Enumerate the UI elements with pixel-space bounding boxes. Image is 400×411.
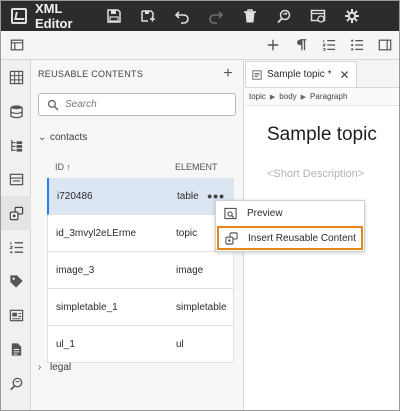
reusable-content-icon — [9, 206, 23, 220]
chevron-down-icon: ⌄ — [38, 131, 47, 143]
reusable-content-icon — [225, 231, 238, 245]
table-row[interactable]: i720486 table ••• — [47, 178, 234, 215]
search-box[interactable] — [38, 93, 236, 116]
rail-item-map-view[interactable] — [1, 128, 31, 162]
database-icon — [9, 104, 23, 118]
table-row[interactable]: simpletable_1 simpletable — [47, 289, 234, 326]
numbered-list-icon[interactable] — [315, 31, 343, 59]
row-element: topic — [176, 227, 198, 239]
breadcrumb-item[interactable]: body — [279, 92, 296, 101]
document-lines-icon — [252, 69, 262, 80]
row-element: simpletable — [176, 301, 227, 313]
left-rail — [1, 60, 31, 410]
find-icon — [9, 377, 22, 390]
tab-sample-topic[interactable]: Sample topic * ✕ — [245, 61, 357, 87]
row-element: table — [177, 190, 199, 202]
toggle-left-panel-icon[interactable] — [3, 31, 31, 59]
panel-title: REUSABLE CONTENTS — [38, 69, 144, 79]
tab-bar: Sample topic * ✕ — [245, 60, 399, 88]
rail-item-documents[interactable] — [1, 332, 31, 366]
rail-item-tags[interactable] — [1, 264, 31, 298]
toggle-right-panel-icon[interactable] — [371, 31, 399, 59]
document-title[interactable]: Sample topic — [267, 124, 377, 146]
tab-label: Sample topic * — [267, 69, 332, 80]
list-numbered-icon — [8, 241, 23, 253]
short-description-placeholder[interactable]: <Short Description> — [267, 168, 364, 180]
rail-item-outline[interactable] — [1, 60, 31, 94]
editor-toolbar — [1, 31, 399, 60]
bulleted-list-icon[interactable] — [343, 31, 371, 59]
group-legal[interactable]: › legal — [38, 357, 71, 377]
reusable-contents-panel: REUSABLE CONTENTS + ⌄ contacts ID ↑ ELEM… — [31, 60, 244, 410]
breadcrumb-separator-icon: ▶ — [300, 93, 307, 101]
context-menu: Preview Insert Reusable Content — [215, 200, 365, 252]
breadcrumb: topic ▶ body ▶ Paragraph — [245, 88, 399, 106]
tag-icon — [9, 274, 23, 288]
rail-item-find[interactable] — [1, 366, 31, 400]
close-tab-icon[interactable]: ✕ — [339, 68, 349, 82]
chevron-right-icon: › — [38, 361, 42, 373]
grid-icon — [9, 70, 23, 84]
column-header-element[interactable]: ELEMENT — [175, 162, 218, 172]
table-row[interactable]: id_3mvyl2eLErme topic — [47, 215, 234, 252]
app-logo-icon — [11, 8, 27, 24]
title-bar: XML Editor — [1, 1, 399, 31]
menu-item-label: Insert Reusable Content — [248, 232, 356, 244]
delete-icon[interactable] — [233, 1, 267, 31]
row-element: ul — [176, 338, 184, 350]
menu-item-label: Preview — [247, 208, 283, 219]
breadcrumb-separator-icon: ▶ — [269, 93, 276, 101]
column-header-id[interactable]: ID ↑ — [55, 162, 175, 172]
group-label: contacts — [50, 131, 88, 143]
sort-ascending-icon: ↑ — [66, 162, 72, 172]
breadcrumb-item[interactable]: Paragraph — [310, 92, 347, 101]
save-icon[interactable] — [97, 1, 131, 31]
row-id: ul_1 — [56, 338, 75, 350]
group-label: legal — [50, 361, 72, 373]
table-row[interactable]: ul_1 ul — [47, 326, 234, 363]
rail-item-reusable-content[interactable] — [1, 196, 31, 230]
row-id: image_3 — [56, 264, 95, 276]
table-row[interactable]: image_3 image — [47, 252, 234, 289]
save-all-icon[interactable] — [131, 1, 165, 31]
search-input[interactable] — [65, 99, 225, 110]
tree-icon — [10, 139, 22, 152]
group-contacts[interactable]: ⌄ contacts — [38, 127, 87, 147]
panel-header: REUSABLE CONTENTS + — [31, 60, 243, 88]
row-id: i720486 — [57, 190, 93, 202]
rail-item-media[interactable] — [1, 298, 31, 332]
find-replace-icon[interactable] — [267, 1, 301, 31]
preview-icon — [224, 207, 237, 220]
paragraph-icon[interactable] — [287, 31, 315, 59]
row-element: image — [176, 264, 204, 276]
add-icon[interactable]: + — [223, 65, 233, 83]
preferences-icon[interactable] — [301, 1, 335, 31]
row-id: id_3mvyl2eLErme — [56, 227, 137, 239]
card-icon — [9, 173, 23, 185]
breadcrumb-item[interactable]: topic — [249, 92, 266, 101]
menu-item-insert-reusable-content[interactable]: Insert Reusable Content — [217, 226, 363, 250]
image-card-icon — [9, 309, 23, 321]
table-header: ID ↑ ELEMENT — [47, 156, 234, 178]
app-title: XML Editor — [35, 1, 73, 31]
app-window: XML Editor REUSABLE CONTENTS + Search ⌄ … — [0, 0, 400, 411]
menu-item-preview[interactable]: Preview — [216, 201, 364, 226]
reusable-content-table: ID ↑ ELEMENT i720486 table ••• id_3mvyl2… — [47, 156, 234, 363]
rail-item-snippets[interactable] — [1, 162, 31, 196]
document-icon — [11, 342, 21, 356]
undo-icon[interactable] — [165, 1, 199, 31]
settings-gear-icon[interactable] — [335, 1, 369, 31]
row-id: simpletable_1 — [56, 301, 118, 313]
rail-item-repository[interactable] — [1, 94, 31, 128]
insert-element-icon[interactable] — [259, 31, 287, 59]
search-icon — [47, 99, 59, 110]
redo-icon[interactable] — [199, 1, 233, 31]
rail-item-lists[interactable] — [1, 230, 31, 264]
